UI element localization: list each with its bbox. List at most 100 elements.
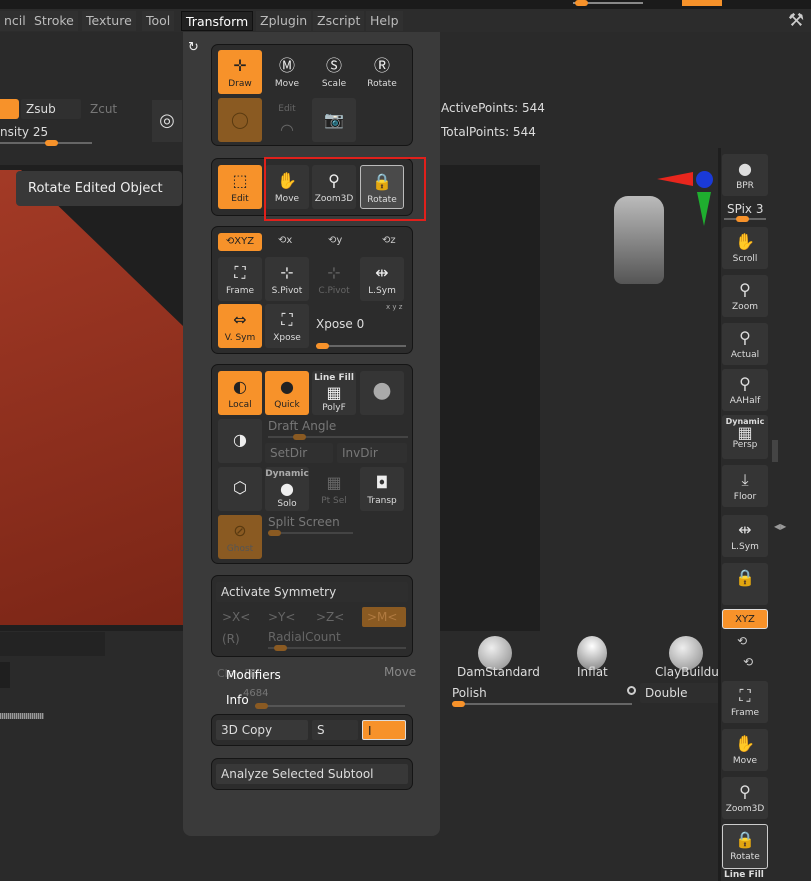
brush-inflat[interactable]: Inflat [577,665,608,679]
magnifier-icon: ⚲ [739,782,751,801]
xyz-sym-toggle[interactable]: x y z [386,303,402,311]
sym-y-button[interactable]: >Y< [268,610,295,624]
brush-move[interactable]: Move [384,665,416,679]
zoom-button[interactable]: ⚲ Zoom [722,275,768,317]
y-rotate-icon[interactable]: ⟲ [737,634,747,648]
brush-claybuildup[interactable]: ClayBuildup [655,665,718,679]
move-mode-button[interactable]: Ⓜ Move [265,50,309,94]
actual-button[interactable]: ⚲ Actual [722,323,768,365]
y-rotate-button[interactable]: ⟲y [328,235,342,246]
draw-button[interactable]: ✛ Draw [218,50,262,94]
radial-count-label: RadialCount [268,630,341,644]
left-bottom-box [0,662,10,688]
spix-slider[interactable] [724,216,766,222]
modifiers-label[interactable]: Modifiers [226,668,281,682]
menu-zscript[interactable]: Zscript [313,11,365,31]
menu-tool[interactable]: Tool [142,11,175,31]
refresh-icon[interactable]: ↻ [188,40,199,55]
left-scrollbar[interactable] [0,713,44,719]
i-field[interactable]: I [362,720,406,740]
move-button[interactable]: ✋ Move [722,729,768,771]
3d-copy-button[interactable]: 3D Copy [216,720,308,740]
lsym-button[interactable]: ⇹ L.Sym [722,515,768,557]
setdir-button: SetDir [265,443,333,463]
spivot-button[interactable]: ⊹ S.Pivot [265,257,309,301]
double-button[interactable]: Double [640,683,720,703]
zsub-button[interactable]: Zsub [21,99,81,119]
intensity-slider[interactable] [0,140,92,146]
sphere-icon: ◯ [231,110,249,129]
z-rotate-button[interactable]: ⟲z [382,235,396,246]
info-label[interactable]: Info [226,693,249,707]
transparency-icon: ◘ [375,473,389,492]
lsym-button[interactable]: ⇹ L.Sym [360,257,404,301]
scroll-button[interactable]: ✋ Scroll [722,227,768,269]
top-slider[interactable] [573,0,643,6]
top-orange-button[interactable] [682,0,722,6]
cpivot-button: ⊹ C.Pivot [312,257,356,301]
local-button[interactable]: ◐ Local [218,371,262,415]
radial-r-button[interactable]: (R) [222,632,240,646]
lighting-button[interactable]: ◑ [218,419,262,463]
scale-mode-button[interactable]: Ⓢ Scale [312,50,356,94]
xpose-slider[interactable] [316,343,406,349]
hammer-icon[interactable]: ⚒ [788,10,804,31]
solo-button[interactable]: Dynamic ● Solo [265,467,309,511]
collapse-arrows-icon[interactable]: ◀▶ [774,522,786,531]
polish-slider[interactable] [452,701,632,707]
right-scrollbar[interactable] [772,440,778,462]
z-rotate-icon[interactable]: ⟲ [743,655,753,669]
menu-stencil[interactable]: ncil [0,11,30,31]
s-field[interactable]: S [312,720,358,740]
transp-button[interactable]: ◘ Transp [360,467,404,511]
xyz-rotate-button[interactable]: ⟲XYZ [218,233,262,251]
rotate-button[interactable]: 🔒 Rotate [722,824,768,869]
arrows-icon: ⇹ [738,520,752,539]
frame-icon: ⛶ [739,686,751,705]
activate-symmetry-button[interactable]: Activate Symmetry [216,582,408,602]
stroke-icon[interactable]: ◎ [152,100,182,142]
magnifier-icon: ⚲ [739,328,751,347]
x-rotate-button[interactable]: ⟲x [278,235,292,246]
ghost-button[interactable]: ⊘ Ghost [218,515,262,559]
invdir-button: InvDir [337,443,407,463]
zadd-button[interactable] [0,99,19,119]
quick-button[interactable]: ● Quick [265,371,309,415]
xpose-button[interactable]: ⛶ Xpose [265,304,309,348]
info-slider[interactable] [255,703,405,709]
edit-button[interactable]: ⬚ Edit [218,165,262,209]
scale-s-icon: Ⓢ [325,56,342,75]
polyf-button[interactable]: Line Fill ▦ PolyF [312,371,356,415]
frame-button[interactable]: ⛶ Frame [722,681,768,723]
floor-button[interactable]: ⤓ Floor [722,465,768,507]
head-navigator[interactable] [614,196,664,284]
menu-texture[interactable]: Texture [82,11,136,31]
menu-help[interactable]: Help [366,11,403,31]
sym-x-button[interactable]: >X< [222,610,250,624]
hand-icon: ✋ [735,734,755,753]
menu-stroke[interactable]: Stroke [30,11,78,31]
cube-icon: ⬡ [233,478,247,497]
sphere-button[interactable]: ◯ [218,98,262,142]
xyz-rotate-button[interactable]: XYZ [722,609,768,629]
persp-button[interactable]: Dynamic ▦ Persp [722,415,768,459]
menu-zplugin[interactable]: Zplugin [256,11,312,31]
analyze-subtool-button[interactable]: Analyze Selected Subtool [216,764,408,784]
polish-toggle-icon[interactable] [627,686,636,695]
rotate-mode-button[interactable]: Ⓡ Rotate [360,50,404,94]
brush-damstandard[interactable]: DamStandard [457,665,540,679]
menu-transform[interactable]: Transform [181,11,254,31]
matcap-button[interactable]: ● [360,371,404,415]
lock-camera-button[interactable]: 🔒 [722,563,768,605]
aahalf-button[interactable]: ⚲ AAHalf [722,369,768,411]
snapshot-button[interactable]: 📷 [312,98,356,142]
frame-button[interactable]: ⛶ Frame [218,257,262,301]
vsym-button[interactable]: ⇔ V. Sym [218,304,262,348]
left-bottom-field [0,632,105,656]
sym-z-button[interactable]: >Z< [316,610,344,624]
zoom3d-button[interactable]: ⚲ Zoom3D [722,777,768,819]
bpr-button[interactable]: ● BPR [722,154,768,196]
zcut-button[interactable]: Zcut [90,102,117,116]
cube-button[interactable]: ⬡ [218,467,262,511]
sym-m-button[interactable]: >M< [362,607,406,627]
